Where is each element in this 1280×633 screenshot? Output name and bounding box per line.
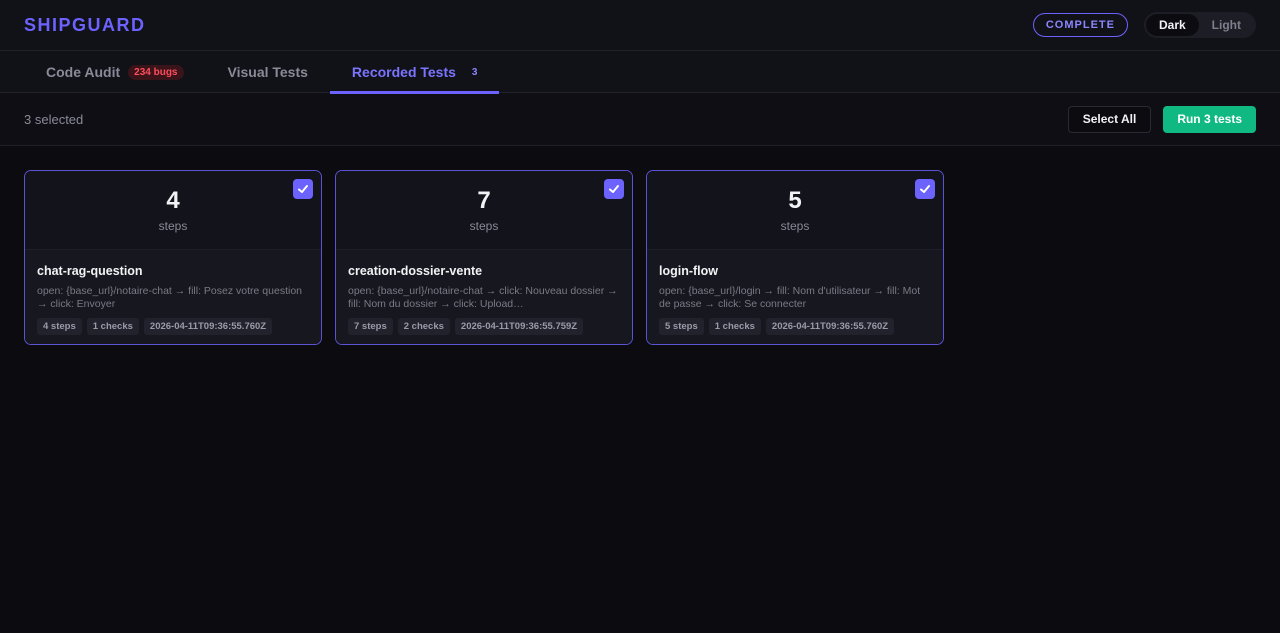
steps-tag: 4 steps [37,318,82,335]
check-icon [298,185,308,193]
select-checkbox[interactable] [604,179,624,199]
status-badge: COMPLETE [1032,13,1128,37]
tab-label: Recorded Tests [351,64,456,80]
test-description: open: {base_url}/notaire-chat → click: N… [348,285,618,310]
app-header: SHIPGUARD COMPLETE Dark Light [0,0,1280,51]
step-unit-label: steps [469,219,499,233]
check-icon [920,185,930,193]
test-card[interactable]: 7 steps creation-dossier-vente open: {ba… [335,170,633,345]
card-header: 7 steps [336,171,632,250]
select-checkbox[interactable] [293,179,313,199]
checks-tag: 1 checks [86,318,139,335]
theme-toggle: Dark Light [1143,12,1256,38]
checks-tag: 2 checks [397,318,450,335]
card-body: login-flow open: {base_url}/login → fill… [647,250,943,344]
card-body: chat-rag-question open: {base_url}/notai… [25,250,321,344]
test-name: chat-rag-question [37,264,143,278]
card-header: 4 steps [25,171,321,250]
checks-tag: 1 checks [708,318,761,335]
card-tags: 7 steps 2 checks 2026-04-11T09:36:55.759… [348,318,620,335]
timestamp-tag: 2026-04-11T09:36:55.760Z [143,318,273,335]
tab-label: Code Audit [46,64,121,80]
step-count: 7 [477,187,491,214]
header-actions: COMPLETE Dark Light [1032,12,1256,38]
test-count-badge: 3 [471,66,478,78]
card-tags: 4 steps 1 checks 2026-04-11T09:36:55.760… [37,318,309,335]
check-icon [609,185,619,193]
bug-count-badge: 234 bugs [128,64,184,80]
run-tests-button[interactable]: Run 3 tests [1163,105,1256,133]
test-name: creation-dossier-vente [348,264,483,278]
card-header: 5 steps [647,171,943,250]
timestamp-tag: 2026-04-11T09:36:55.760Z [765,318,895,335]
test-card-list: 4 steps chat-rag-question open: {base_ur… [0,146,1280,369]
card-tags: 5 steps 1 checks 2026-04-11T09:36:55.760… [659,318,931,335]
select-checkbox[interactable] [915,179,935,199]
test-card[interactable]: 4 steps chat-rag-question open: {base_ur… [24,170,322,345]
test-name: login-flow [659,264,719,278]
app-logo: SHIPGUARD [24,14,146,35]
selected-count: 3 selected [24,111,84,127]
timestamp-tag: 2026-04-11T09:36:55.759Z [454,318,584,335]
selection-toolbar: 3 selected Select All Run 3 tests [0,93,1280,146]
step-count: 5 [788,187,802,214]
steps-tag: 5 steps [659,318,704,335]
steps-tag: 7 steps [348,318,393,335]
step-count: 4 [166,187,180,214]
test-description: open: {base_url}/login → fill: Nom d'uti… [659,285,921,310]
tab-visual-tests[interactable]: Visual Tests [206,51,330,93]
step-unit-label: steps [158,219,188,233]
main-tabs: Code Audit 234 bugs Visual Tests Recorde… [0,51,1280,94]
toolbar-actions: Select All Run 3 tests [1067,105,1256,133]
tab-label: Visual Tests [227,64,308,80]
select-all-button[interactable]: Select All [1067,105,1152,133]
tab-code-audit[interactable]: Code Audit 234 bugs [24,51,206,93]
tab-recorded-tests[interactable]: Recorded Tests 3 [329,51,500,94]
theme-light-option[interactable]: Light [1199,14,1254,36]
card-body: creation-dossier-vente open: {base_url}/… [336,250,632,344]
test-card[interactable]: 5 steps login-flow open: {base_url}/logi… [646,170,944,345]
theme-dark-option[interactable]: Dark [1145,14,1199,36]
step-unit-label: steps [780,219,810,233]
test-description: open: {base_url}/notaire-chat → fill: Po… [37,285,302,310]
